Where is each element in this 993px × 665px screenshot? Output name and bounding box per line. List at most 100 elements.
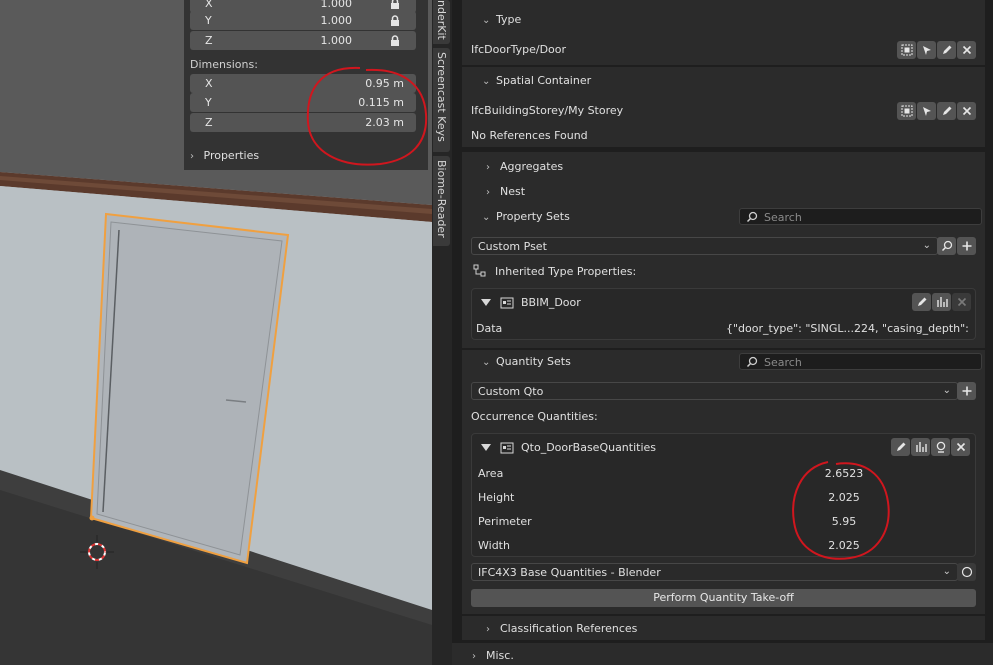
tab-screencast-keys[interactable]: Screencast Keys [433,48,450,152]
data-value: {"door_type": "SINGL...224, "casing_dept… [726,322,970,335]
type-value: IfcDoorType/Door [471,43,567,56]
quantity-label: Perimeter [478,515,532,528]
edit-button[interactable] [891,438,910,456]
edit-button[interactable] [937,41,956,59]
remove-button[interactable] [952,293,971,311]
pencil-icon [896,442,905,451]
qto-template-dropdown[interactable]: Custom Qto ⌄ [471,382,958,400]
disclosure-triangle-icon[interactable] [481,299,491,306]
section-title: Quantity Sets [496,355,571,368]
edit-button[interactable] [937,102,956,120]
section-title: Classification References [500,622,638,635]
edit-button[interactable] [912,293,931,311]
pset-actions [937,237,976,255]
calculate-button[interactable] [931,438,950,456]
add-pset-button[interactable] [957,237,976,255]
chevron-down-icon: ⌄ [482,212,491,223]
cursor-button[interactable] [917,41,936,59]
axis-label: Z [205,34,213,47]
section-title: Misc. [486,649,514,662]
scale-z-field[interactable]: Z 1.000 [190,31,416,50]
properties-label: Properties [203,149,260,162]
remove-button[interactable] [957,102,976,120]
qto-name: Qto_DoorBaseQuantities [521,441,657,454]
lock-icon[interactable] [389,0,401,10]
lock-icon[interactable] [389,35,401,47]
scale-y-field[interactable]: Y 1.000 [190,11,416,30]
tab-biome-reader[interactable]: Biome-Reader [433,156,450,246]
classification-references-header[interactable]: › Classification References [486,622,637,635]
quantity-label: Area [478,467,504,480]
remove-button[interactable] [951,438,970,456]
3d-viewport[interactable]: X 1.000 Y 1.000 Z 1.000 Dimensions: X 0.… [0,0,432,665]
nest-header[interactable]: › Nest [486,185,525,198]
chevron-right-icon: › [472,651,476,662]
dropdown-value: IFC4X3 Base Quantities - Blender [478,566,661,579]
quantity-rule-dropdown[interactable]: IFC4X3 Base Quantities - Blender ⌄ [471,563,958,581]
inherited-type-properties-label: Inherited Type Properties: [495,265,637,278]
copy-button[interactable] [932,293,951,311]
tab-label: Screencast Keys [435,52,448,142]
quantity-label: Height [478,491,515,504]
misc-panel [452,643,993,665]
cursor-button[interactable] [917,102,936,120]
spatial-actions [897,102,976,120]
close-icon [956,442,965,452]
hierarchy-icon [473,264,486,277]
data-label: Data [476,322,503,335]
tab-renderkit[interactable]: nderKit [433,0,450,44]
chevron-down-icon: ⌄ [942,385,951,396]
section-title: Type [496,13,522,26]
pset-template-dropdown[interactable]: Custom Pset ⌄ [471,237,938,255]
select-box-icon [901,105,912,117]
axis-label: X [205,0,213,10]
add-qto-button[interactable] [957,382,976,400]
qset-search-input[interactable]: Search [739,353,982,370]
search-icon [746,356,758,368]
lock-icon[interactable] [389,15,401,27]
select-button[interactable] [897,41,916,59]
circle-icon [961,566,972,578]
type-header[interactable]: ⌄ Type [482,13,521,26]
properties-subpanel-toggle[interactable]: › Properties [190,149,259,162]
spatial-container-header[interactable]: ⌄ Spatial Container [482,74,591,87]
property-set-icon [500,297,514,309]
chevron-down-icon: ⌄ [942,566,951,577]
quantity-set-icon [500,442,514,454]
chevron-right-icon: › [190,151,194,162]
axis-label: Y [205,96,212,109]
chart-bars-icon [936,297,948,307]
no-references-label: No References Found [471,129,588,142]
section-title: Nest [500,185,526,198]
chart-bars-icon [915,442,927,452]
chevron-right-icon: › [486,187,490,198]
rule-toggle-button[interactable] [957,563,976,581]
search-pset-button[interactable] [937,237,956,255]
aggregates-header[interactable]: › Aggregates [486,160,563,173]
cursor-icon [922,107,931,116]
section-title: Spatial Container [496,74,592,87]
select-button[interactable] [897,102,916,120]
bbim-actions [912,293,971,311]
plus-icon [962,386,971,396]
axis-label: Z [205,116,213,129]
remove-button[interactable] [957,41,976,59]
pset-search-input[interactable]: Search [739,208,982,225]
tab-label: Biome-Reader [435,160,448,238]
perform-quantity-takeoff-button[interactable]: Perform Quantity Take-off [471,589,976,607]
chevron-right-icon: › [486,624,490,635]
spatial-container-value: IfcBuildingStorey/My Storey [471,104,624,117]
quantity-sets-header[interactable]: ⌄ Quantity Sets [482,355,571,368]
disclosure-triangle-icon[interactable] [481,444,491,451]
sidebar-tab-strip: nderKit Screencast Keys Biome-Reader [432,0,452,665]
copy-button[interactable] [911,438,930,456]
close-icon [962,106,971,116]
type-actions [897,41,976,59]
search-icon [746,211,758,223]
property-sets-header[interactable]: ⌄ Property Sets [482,210,570,223]
misc-header[interactable]: › Misc. [472,649,514,662]
cursor-icon [922,46,931,55]
bbim-door-pset: BBIM_Door Data {"door_type": "SINGL...22… [471,288,976,340]
search-placeholder: Search [764,211,802,224]
pset-name: BBIM_Door [521,296,581,309]
